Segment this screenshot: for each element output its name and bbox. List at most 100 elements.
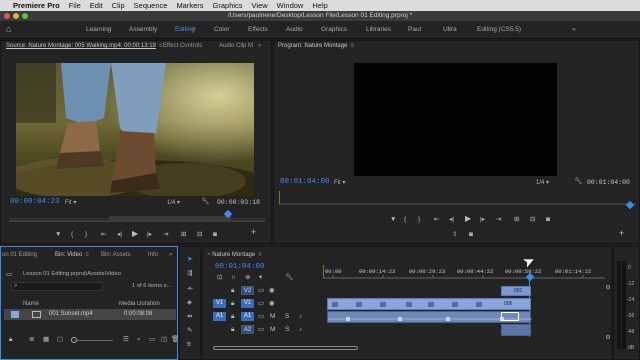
column-name-header[interactable]: Name <box>23 301 39 307</box>
workspace-editing-cs55[interactable]: Editing (CS5.5) <box>477 26 521 33</box>
menu-view[interactable]: View <box>252 1 268 10</box>
workspace-libraries[interactable]: Libraries <box>366 26 391 33</box>
add-button-icon[interactable]: + <box>251 228 256 237</box>
step-back-icon[interactable]: ◂| <box>449 216 454 223</box>
bin-row[interactable]: 001 Sunset.mp4 0:00:08:08 <box>4 309 176 320</box>
mark-in-icon[interactable]: ▼ <box>390 216 396 223</box>
eye-icon[interactable]: ◉ <box>269 287 275 294</box>
menu-markers[interactable]: Markers <box>176 1 203 10</box>
track-target-a1[interactable]: A1 <box>241 312 254 321</box>
scroll-handle-bottom[interactable] <box>606 335 610 339</box>
menu-graphics[interactable]: Graphics <box>213 1 243 10</box>
bin-search-input[interactable]: ⌕ <box>11 282 103 291</box>
mark-out-icon[interactable]: { <box>71 231 73 238</box>
lock-icon[interactable]: 🔒︎ <box>231 300 234 307</box>
source-patch-a1[interactable]: A1 <box>213 312 226 321</box>
timeline-clip-v1[interactable]: 006 <box>327 298 531 310</box>
close-window-button[interactable] <box>4 13 10 19</box>
home-icon[interactable]: ⌂ <box>6 24 11 34</box>
menu-app-name[interactable]: Premiere Pro <box>13 1 60 10</box>
minimize-window-button[interactable] <box>13 13 19 19</box>
lock-icon[interactable]: 🔒︎ <box>9 336 12 343</box>
workspace-paul[interactable]: Paul <box>408 26 421 33</box>
linked-selection-icon[interactable]: ⊗ <box>245 274 250 281</box>
column-media-duration-header[interactable]: Media Duration <box>119 301 163 307</box>
workspace-ultra[interactable]: Ultra <box>443 26 457 33</box>
menu-sequence[interactable]: Sequence <box>134 1 168 10</box>
track-target-v1[interactable]: V1 <box>241 299 254 308</box>
step-forward-icon[interactable]: |▸ <box>147 231 152 238</box>
workspace-learning[interactable]: Learning <box>86 26 111 33</box>
bin-video-tab[interactable]: Bin: Video ≡ <box>55 252 89 258</box>
snap-icon[interactable]: ∩ <box>231 274 236 281</box>
add-button-icon[interactable]: + <box>619 229 624 238</box>
timeline-clip-a2[interactable] <box>501 324 531 336</box>
clear-in-icon[interactable]: } <box>85 231 87 238</box>
workspace-audio[interactable]: Audio <box>286 26 303 33</box>
program-video-frame[interactable] <box>354 63 557 176</box>
camera-icon[interactable]: ◙ <box>546 216 550 223</box>
zoom-slider-handle[interactable] <box>71 337 77 343</box>
export-frame-icon[interactable]: ⇪ <box>452 231 457 238</box>
icon-view-icon[interactable]: ▦ <box>43 336 49 343</box>
mark-out-icon[interactable]: { <box>404 216 406 223</box>
info-tab[interactable]: Info <box>148 252 158 258</box>
project-editing-tab[interactable]: on 01 Editing <box>2 252 37 258</box>
source-resolution-dropdown[interactable]: 1/4 ▾ <box>167 199 180 206</box>
track-target-a2[interactable]: A2 <box>241 325 254 334</box>
folder-up-icon[interactable]: ▭ <box>6 271 12 278</box>
wrench-icon[interactable]: 🔧︎ <box>574 178 582 185</box>
timeline-clip-v2[interactable]: 001 <box>501 286 531 296</box>
scrollbar-thumb[interactable] <box>213 346 358 350</box>
lift-icon[interactable]: ⊞ <box>514 216 519 223</box>
sync-lock-icon[interactable]: ▭ <box>258 326 264 333</box>
timeline-ruler[interactable]: 00:00 00:00:14:23 00:00:29:23 00:00:44:2… <box>322 265 605 279</box>
bin-assets-tab[interactable]: Bin: Assets <box>101 252 131 258</box>
timeline-vertical-scrollbar[interactable] <box>605 285 611 339</box>
menu-edit[interactable]: Edit <box>90 1 103 10</box>
program-resolution-dropdown[interactable]: 1/4 ▾ <box>536 179 549 186</box>
go-to-in-icon[interactable]: ⇤ <box>434 216 439 223</box>
workspace-overflow-icon[interactable]: » <box>572 26 576 33</box>
pen-tool-icon[interactable]: ✎ <box>187 327 192 334</box>
go-to-out-icon[interactable]: ⇥ <box>496 216 501 223</box>
go-to-out-icon[interactable]: ⇥ <box>163 231 168 238</box>
selected-audio-clip[interactable] <box>501 312 519 321</box>
menu-help[interactable]: Help <box>312 1 327 10</box>
workspace-color[interactable]: Color <box>214 26 230 33</box>
wrench-icon[interactable]: 🔧︎ <box>201 198 209 205</box>
find-icon[interactable]: ⌕ <box>137 336 141 343</box>
menu-clip[interactable]: Clip <box>112 1 125 10</box>
source-monitor-tab[interactable]: Source: Nature Montage: 005 Walking.mp4:… <box>6 43 162 49</box>
new-item-icon[interactable]: ◫ <box>161 336 167 343</box>
wrench-icon[interactable]: 🔧︎ <box>285 274 293 281</box>
microphone-icon[interactable]: ♪ <box>299 326 302 333</box>
workspace-effects[interactable]: Effects <box>248 26 268 33</box>
timeline-horizontal-scrollbar[interactable] <box>213 345 603 351</box>
mute-button[interactable]: M <box>270 313 275 320</box>
sort-icon[interactable]: ☰ <box>123 336 129 343</box>
solo-button[interactable]: S <box>285 326 289 333</box>
camera-icon-2[interactable]: ◙ <box>469 231 473 238</box>
zoom-slider[interactable] <box>71 337 113 343</box>
mark-in-icon[interactable]: ▼ <box>55 231 61 238</box>
source-playhead-timecode[interactable]: 00:00:04:23 <box>10 198 60 206</box>
source-video-frame[interactable] <box>16 63 254 196</box>
zoom-window-button[interactable] <box>22 13 28 19</box>
track-target-v2[interactable]: V2 <box>241 286 254 295</box>
program-fit-dropdown[interactable]: Fit ▾ <box>334 179 345 186</box>
razor-tool-icon[interactable]: ◈ <box>187 299 192 306</box>
panel-menu-icon[interactable]: ≡ <box>85 252 89 258</box>
selection-tool-icon[interactable]: ➤ <box>187 256 193 263</box>
lock-icon[interactable]: 🔒︎ <box>231 313 234 320</box>
clear-in-icon[interactable]: } <box>418 216 420 223</box>
microphone-icon[interactable]: ♪ <box>299 313 302 320</box>
play-icon[interactable]: ▶ <box>132 230 138 238</box>
eye-icon[interactable]: ◉ <box>269 300 275 307</box>
track-select-tool-icon[interactable]: ⇶ <box>187 270 192 277</box>
panel-overflow-icon[interactable]: » <box>258 43 261 49</box>
add-marker-icon[interactable]: ▾ <box>259 274 262 281</box>
solo-button[interactable]: S <box>285 313 289 320</box>
mute-button[interactable]: M <box>270 326 275 333</box>
hand-tool-icon[interactable]: ✋︎ <box>187 341 191 348</box>
